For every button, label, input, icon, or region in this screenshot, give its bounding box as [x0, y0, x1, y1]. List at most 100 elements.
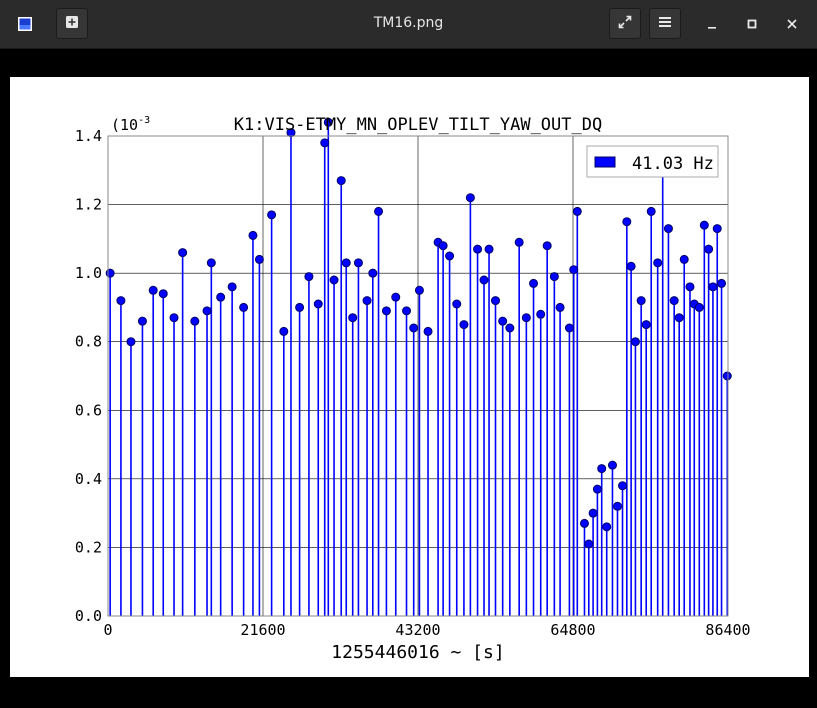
data-point: [216, 292, 226, 302]
data-point: [254, 254, 264, 264]
data-point: [646, 206, 656, 216]
data-point: [105, 268, 115, 278]
data-point: [536, 309, 546, 319]
data-point: [484, 244, 494, 254]
chart-title: K1:VIS-ETMY_MN_OPLEV_TILT_YAW_OUT_DQ: [234, 115, 602, 135]
data-point: [592, 484, 602, 494]
x-tick-label: 86400: [705, 621, 750, 639]
data-point: [674, 313, 684, 323]
data-point: [353, 258, 363, 268]
stem-chart: 0 21600 43200 64800 86400 0.0 0.2 0.4 0.6 0.8 1.0 1…: [75, 115, 751, 663]
data-point: [579, 518, 589, 528]
fullscreen-icon: [617, 14, 633, 34]
data-point: [414, 285, 424, 295]
data-point: [438, 241, 448, 251]
y-tick-label: 1.2: [75, 196, 102, 214]
window-title: TM16.png: [373, 15, 444, 31]
x-tick-label: 64800: [550, 621, 595, 639]
data-point: [336, 176, 346, 186]
data-point: [685, 282, 695, 292]
x-tick-label: 21600: [240, 621, 285, 639]
data-point: [521, 313, 531, 323]
data-point: [529, 278, 539, 288]
data-point: [704, 244, 714, 254]
fullscreen-button[interactable]: [609, 8, 641, 39]
maximize-button[interactable]: [740, 12, 764, 36]
data-point: [116, 296, 126, 306]
data-point: [267, 210, 277, 220]
data-point: [699, 220, 709, 230]
data-point: [694, 302, 704, 312]
minimize-icon: [706, 15, 718, 34]
data-point: [178, 248, 188, 258]
data-point: [126, 337, 136, 347]
data-point: [653, 258, 663, 268]
y-exponent-base: (10: [111, 116, 138, 134]
data-point: [279, 326, 289, 336]
image-canvas[interactable]: 0 21600 43200 64800 86400 0.0 0.2 0.4 0.6 0.8 1.0 1…: [10, 77, 809, 677]
data-point: [505, 323, 515, 333]
image-viewer-window: TM16.png 0 21600 43200 64800 86400 0.0 0…: [0, 0, 817, 708]
data-point: [564, 323, 574, 333]
y-exponent-label: (10-3: [111, 115, 150, 134]
data-point: [239, 302, 249, 312]
close-button[interactable]: [780, 12, 804, 36]
data-point: [409, 323, 419, 333]
y-tick-label: 1.4: [75, 127, 102, 145]
data-point: [158, 289, 168, 299]
data-point: [402, 306, 412, 316]
data-point: [708, 282, 718, 292]
y-tick-label: 0.0: [75, 607, 102, 625]
data-point: [555, 302, 565, 312]
y-tick-label: 0.8: [75, 333, 102, 351]
data-point: [588, 508, 598, 518]
data-point: [636, 296, 646, 306]
data-point: [465, 193, 475, 203]
data-point: [148, 285, 158, 295]
data-point: [607, 460, 617, 470]
data-point: [618, 481, 628, 491]
data-point: [202, 306, 212, 316]
data-point: [584, 539, 594, 549]
data-point: [374, 206, 384, 216]
data-point: [622, 217, 632, 227]
legend-label: 41.03 Hz: [632, 154, 714, 174]
data-point: [423, 326, 433, 336]
legend: 41.03 Hz: [586, 145, 719, 178]
data-point: [717, 278, 727, 288]
data-point: [341, 258, 351, 268]
data-point: [190, 316, 200, 326]
data-point: [459, 320, 469, 330]
data-point: [473, 244, 483, 254]
data-point: [549, 272, 559, 282]
y-exponent-power: -3: [138, 115, 150, 126]
data-point: [498, 316, 508, 326]
data-point: [626, 261, 636, 271]
data-point: [452, 299, 462, 309]
y-tick-label: 0.6: [75, 401, 102, 419]
maximize-icon: [746, 15, 758, 34]
x-tick-label: 0: [103, 621, 112, 639]
y-tick-label: 0.4: [75, 470, 102, 488]
data-point: [663, 224, 673, 234]
data-point: [722, 371, 732, 381]
data-point: [597, 464, 607, 474]
y-tick-label: 0.2: [75, 538, 102, 556]
hamburger-menu-icon: [658, 14, 672, 33]
data-point: [362, 296, 372, 306]
data-point: [712, 224, 722, 234]
data-point: [248, 230, 258, 240]
data-point: [227, 282, 237, 292]
x-tick-label: 43200: [395, 621, 440, 639]
main-menu-button[interactable]: [649, 8, 681, 39]
data-point: [295, 302, 305, 312]
title-bar[interactable]: TM16.png: [0, 0, 817, 49]
data-point: [445, 251, 455, 261]
data-point: [329, 275, 339, 285]
minimize-button[interactable]: [700, 12, 724, 36]
data-point: [320, 138, 330, 148]
data-point: [206, 258, 216, 268]
data-point: [679, 254, 689, 264]
data-point: [569, 265, 579, 275]
data-point: [313, 299, 323, 309]
